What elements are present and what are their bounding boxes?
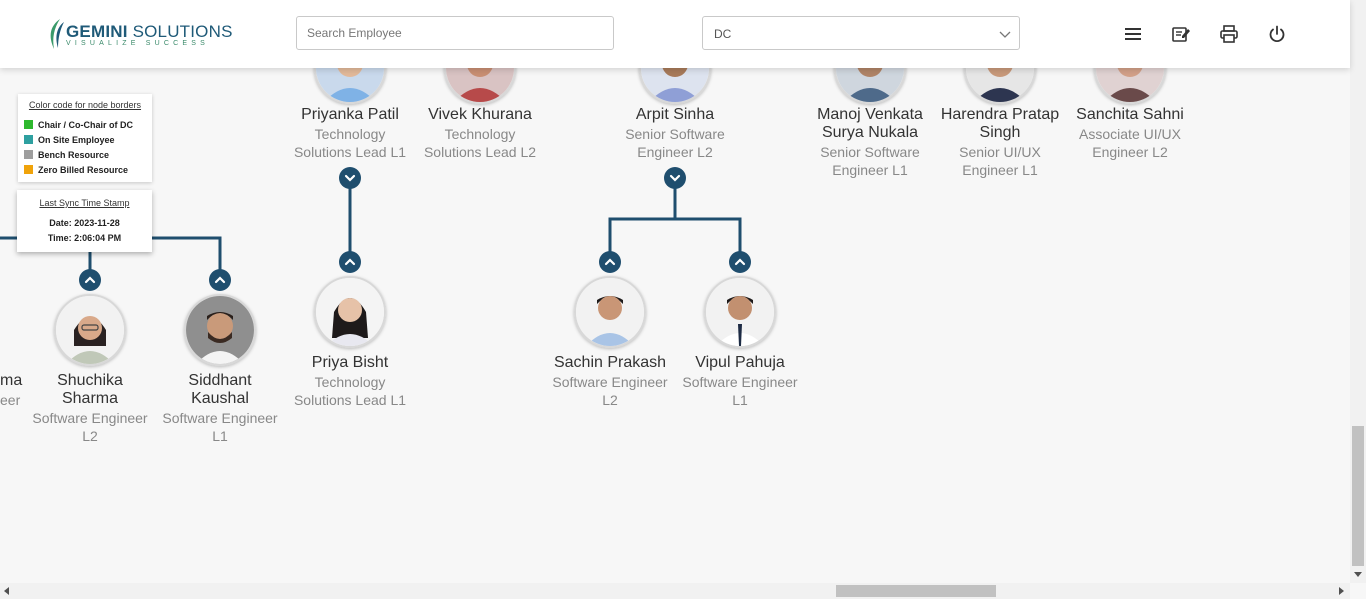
employee-title: Associate UI/UX Engineer L2 — [1079, 126, 1181, 160]
employee-name: Manoj Venkata Surya Nukala — [817, 106, 923, 141]
parent-toggle-button[interactable] — [599, 251, 621, 273]
employee-title: Senior Software Engineer L1 — [820, 144, 920, 178]
sync-title: Last Sync Time Stamp — [39, 198, 130, 208]
avatar[interactable] — [54, 294, 126, 366]
parent-toggle-button[interactable] — [79, 269, 101, 291]
last-sync-panel: Last Sync Time Stamp Date: 2023-11-28 Ti… — [17, 190, 152, 252]
company-logo[interactable]: GEMINI SOLUTIONS VISUALIZE SUCCESS — [46, 16, 232, 52]
employee-title: Technology Solutions Lead L1 — [293, 126, 407, 160]
vertical-scroll-thumb[interactable] — [1352, 426, 1364, 566]
avatar[interactable] — [184, 294, 256, 366]
employee-name: Harendra Pratap Singh — [940, 106, 1060, 141]
print-icon[interactable] — [1219, 24, 1239, 44]
logo-name: GEMINI SOLUTIONS — [66, 22, 233, 41]
sync-date: Date: 2023-11-28 — [49, 218, 120, 228]
employee-node[interactable]: Manoj Venkata Surya Nukala Senior Softwa… — [805, 106, 935, 179]
logo-leaf-icon — [50, 19, 64, 49]
parent-toggle-button[interactable] — [209, 269, 231, 291]
collapse-toggle-button[interactable] — [339, 167, 361, 189]
top-bar: GEMINI SOLUTIONS VISUALIZE SUCCESS DC — [0, 0, 1350, 68]
chevron-up-icon — [604, 258, 616, 266]
employee-node[interactable]: Vipul Pahuja Software Engineer L1 — [675, 354, 805, 409]
scroll-left-arrow-icon[interactable] — [3, 587, 11, 595]
employee-title: Technology Solutions Lead L1 — [293, 374, 407, 408]
employee-node[interactable]: Sachin Prakash Software Engineer L2 — [545, 354, 675, 409]
legend-item: Chair / Co-Chair of DC — [24, 120, 133, 132]
employee-title: Software Engineer L1 — [682, 374, 798, 408]
chevron-down-icon — [999, 31, 1011, 38]
employee-node[interactable]: Priyanka Patil Technology Solutions Lead… — [285, 106, 415, 161]
legend-item: On Site Employee — [24, 135, 115, 147]
chevron-down-icon — [344, 174, 356, 182]
parent-toggle-button[interactable] — [339, 251, 361, 273]
collapse-toggle-button[interactable] — [664, 167, 686, 189]
power-icon[interactable] — [1267, 24, 1287, 44]
scroll-down-arrow-icon[interactable] — [1354, 570, 1362, 578]
menu-icon[interactable] — [1123, 24, 1143, 44]
employee-name: Priyanka Patil — [301, 106, 399, 123]
employee-node[interactable]: Sanchita Sahni Associate UI/UX Engineer … — [1065, 106, 1195, 161]
employee-name: Sachin Prakash — [553, 354, 667, 371]
employee-name: Siddhant Kaushal — [188, 372, 252, 407]
employee-title: Technology Solutions Lead L2 — [423, 126, 537, 160]
employee-title: Software Engineer L2 — [552, 374, 668, 408]
legend-item: Zero Billed Resource — [24, 165, 128, 177]
employee-title: Senior UI/UX Engineer L1 — [959, 144, 1041, 178]
employee-name: Shuchika Sharma — [57, 372, 123, 407]
avatar[interactable] — [314, 276, 386, 348]
sync-time: Time: 2:06:04 PM — [47, 233, 122, 243]
employee-node[interactable]: Arpit Sinha Senior Software Engineer L2 — [610, 106, 740, 161]
search-employee-input[interactable] — [296, 16, 614, 50]
employee-title: Software Engineer L1 — [162, 410, 278, 444]
employee-node[interactable]: Siddhant Kaushal Software Engineer L1 — [155, 372, 285, 445]
employee-title: Senior Software Engineer L2 — [625, 126, 725, 160]
legend-swatch — [24, 165, 33, 174]
scroll-right-arrow-icon[interactable] — [1337, 587, 1345, 595]
employee-name: Priya Bisht — [311, 354, 389, 371]
legend-title: Color code for node borders — [28, 100, 142, 110]
chevron-up-icon — [734, 258, 746, 266]
employee-title-partial: eer — [0, 392, 21, 408]
avatar[interactable] — [574, 276, 646, 348]
employee-title: Software Engineer L2 — [32, 410, 148, 444]
employee-node[interactable]: Priya Bisht Technology Solutions Lead L1 — [285, 354, 415, 409]
legend-item: Bench Resource — [24, 150, 109, 162]
chevron-down-icon — [669, 174, 681, 182]
parent-toggle-button[interactable] — [729, 251, 751, 273]
logo-tagline: VISUALIZE SUCCESS — [66, 40, 209, 47]
department-select-value: DC — [714, 27, 732, 41]
employee-name: Vipul Pahuja — [695, 354, 785, 371]
legend-swatch — [24, 120, 33, 129]
edit-note-icon[interactable] — [1171, 24, 1191, 44]
horizontal-scrollbar[interactable] — [0, 583, 1350, 599]
department-select[interactable]: DC — [702, 16, 1020, 50]
employee-node[interactable]: Harendra Pratap Singh Senior UI/UX Engin… — [935, 106, 1065, 179]
avatar[interactable] — [704, 276, 776, 348]
employee-name-partial: ma — [0, 372, 23, 389]
chevron-up-icon — [214, 276, 226, 284]
employee-name: Sanchita Sahni — [1076, 106, 1184, 123]
employee-node[interactable]: Vivek Khurana Technology Solutions Lead … — [415, 106, 545, 161]
org-chart[interactable]: Priyanka Patil Technology Solutions Lead… — [0, 68, 1350, 583]
chevron-up-icon — [84, 276, 96, 284]
legend-swatch — [24, 150, 33, 159]
employee-name: Arpit Sinha — [635, 106, 715, 123]
horizontal-scroll-thumb[interactable] — [836, 585, 996, 597]
employee-node[interactable]: Shuchika Sharma Software Engineer L2 — [25, 372, 155, 445]
employee-name: Vivek Khurana — [428, 106, 532, 123]
node-border-legend: Color code for node borders Chair / Co-C… — [18, 94, 152, 182]
chevron-up-icon — [344, 258, 356, 266]
legend-swatch — [24, 135, 33, 144]
